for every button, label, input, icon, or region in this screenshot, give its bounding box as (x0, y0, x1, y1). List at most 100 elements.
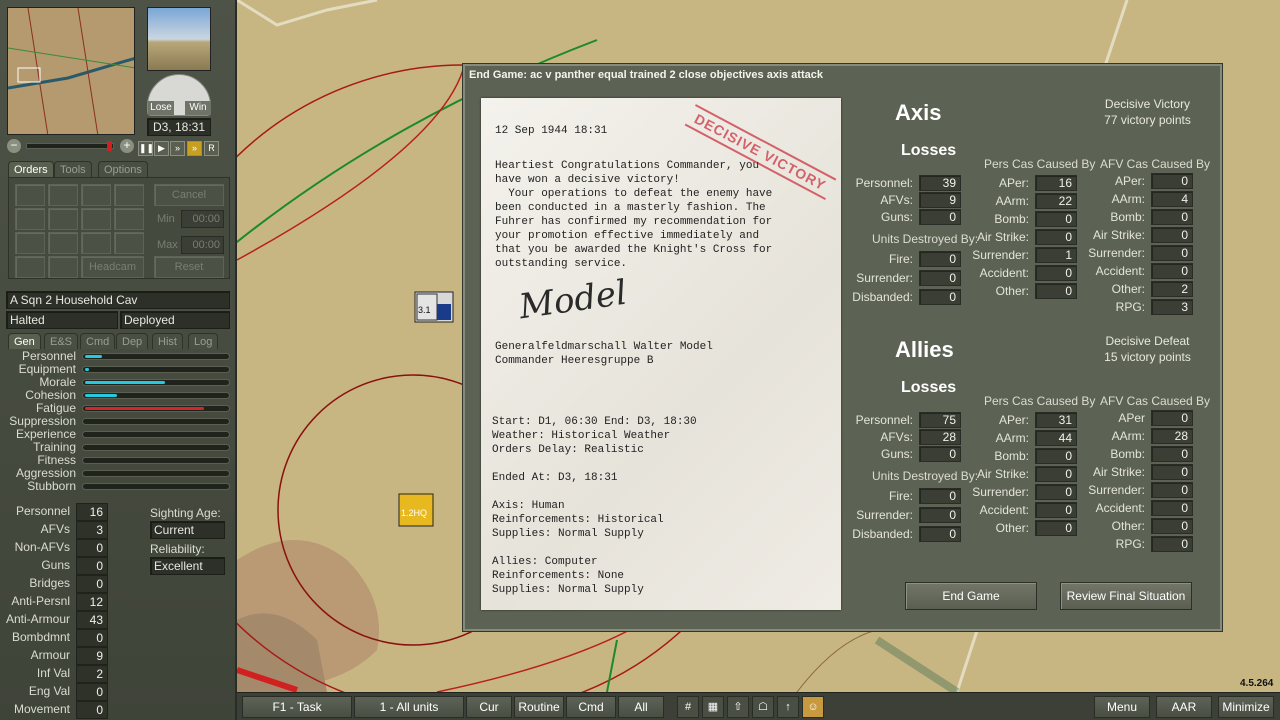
order-button[interactable] (114, 232, 144, 254)
end-game-button[interactable]: End Game (905, 582, 1037, 610)
pers-cas-label: APer: (998, 413, 1029, 427)
pers-cas-value: 0 (1035, 211, 1077, 227)
cancel-button[interactable]: Cancel (154, 184, 224, 206)
unit-counter-1.2hq[interactable]: 1.2HQ (398, 493, 434, 527)
max-time[interactable]: 00:00 (181, 236, 224, 254)
stat-label: AFVs (40, 522, 70, 536)
destroyed-value: 0 (919, 488, 961, 504)
tab-log[interactable]: Log (188, 333, 219, 349)
zoom-out-icon[interactable]: − (7, 139, 21, 153)
fast-forward-icon[interactable]: » (170, 141, 185, 156)
afv-cas-value: 0 (1151, 263, 1193, 279)
units-button[interactable]: 1 - All units (354, 696, 464, 718)
tab-hist[interactable]: Hist (152, 333, 183, 349)
order-button[interactable] (48, 208, 78, 230)
tab-orders[interactable]: Orders (8, 161, 54, 177)
cmd-button[interactable]: Cmd (566, 696, 616, 718)
destroyed-label: Surrender: (856, 508, 913, 522)
reset-button[interactable]: Reset (154, 256, 224, 278)
tab-dep[interactable]: Dep (116, 333, 149, 349)
attribute-bar (82, 457, 230, 464)
end-game-dialog: End Game: ac v panther equal trained 2 c… (463, 64, 1222, 631)
afv-cas-value: 0 (1151, 482, 1193, 498)
replay-button[interactable]: R (204, 141, 219, 156)
attribute-bar (82, 418, 230, 425)
pers-cas-label: Surrender: (972, 485, 1029, 499)
losses-heading: Losses (901, 142, 957, 159)
play-icon[interactable]: ▶ (154, 141, 169, 156)
letter-line: Your operations to defeat the enemy have (495, 188, 773, 200)
pers-cas-heading: Pers Cas Caused By (984, 394, 1096, 408)
stat-value: 0 (76, 701, 108, 719)
loss-value: 0 (919, 209, 961, 225)
pers-cas-value: 0 (1035, 484, 1077, 500)
order-button[interactable] (15, 208, 45, 230)
stat-value: 12 (76, 593, 108, 611)
zoom-in-icon[interactable]: + (120, 139, 134, 153)
pers-cas-label: AArm: (995, 431, 1029, 445)
game-info: Start: D1, 06:30 End: D3, 18:30 Weather: … (492, 415, 837, 605)
units-display-icon[interactable]: ▦ (702, 696, 724, 718)
tab-es[interactable]: E&S (44, 333, 79, 349)
headcam-button[interactable]: Headcam (81, 256, 144, 278)
afv-cas-value: 0 (1151, 410, 1193, 426)
afv-cas-value: 0 (1151, 173, 1193, 189)
order-button[interactable] (48, 256, 78, 278)
unit-counter-3.1[interactable]: 3.1 (414, 291, 454, 323)
menu-button[interactable]: Menu (1094, 696, 1150, 718)
tab-tools[interactable]: Tools (54, 161, 92, 177)
tab-gen[interactable]: Gen (8, 333, 41, 349)
soldier-icon[interactable]: ☺ (802, 696, 824, 718)
tab-cmd[interactable]: Cmd (80, 333, 116, 349)
aar-button[interactable]: AAR (1156, 696, 1212, 718)
afv-cas-label: Accident: (1095, 264, 1145, 278)
panel-tabs: Orders Tools Options (8, 161, 230, 177)
destroyed-label: Disbanded: (852, 527, 913, 541)
reliability-value: Excellent (150, 557, 225, 575)
loss-value: 39 (919, 175, 961, 191)
move-path-icon[interactable]: ⇧ (727, 696, 749, 718)
side-result: Decisive Defeat (1105, 334, 1190, 348)
bottom-toolbar: F1 - Task 1 - All units Cur Routine Cmd … (237, 692, 1280, 720)
grid-icon[interactable]: # (677, 696, 699, 718)
signature: Model (516, 272, 630, 328)
pers-cas-value: 44 (1035, 430, 1077, 446)
hq-link-icon[interactable]: ☖ (752, 696, 774, 718)
order-button[interactable] (15, 184, 45, 206)
left-panel: Lose Win D3, 18:31 − + ❚❚ ▶ » » R Orders… (0, 0, 237, 720)
dialog-title: End Game: ac v panther equal trained 2 c… (469, 69, 823, 81)
all-button[interactable]: All (618, 696, 664, 718)
minimap[interactable] (7, 7, 135, 135)
loss-value: 0 (919, 446, 961, 462)
afv-cas-label: Air Strike: (1092, 228, 1145, 242)
minimize-button[interactable]: Minimize (1218, 696, 1274, 718)
order-button[interactable] (48, 184, 78, 206)
stat-label: Bombdmnt (11, 630, 70, 644)
order-button[interactable] (15, 256, 45, 278)
order-button[interactable] (15, 232, 45, 254)
cur-button[interactable]: Cur (466, 696, 512, 718)
order-button[interactable] (81, 232, 111, 254)
order-button[interactable] (81, 184, 111, 206)
lose-label: Lose (148, 101, 174, 115)
side-panel-axis: Axis Decisive Victory 77 victory points Los… (845, 66, 1220, 316)
arrow-up-icon[interactable]: ↑ (777, 696, 799, 718)
pause-icon[interactable]: ❚❚ (138, 141, 154, 156)
afv-cas-label: AArm: (1111, 429, 1145, 443)
fastest-forward-icon[interactable]: » (187, 141, 202, 156)
routine-button[interactable]: Routine (514, 696, 564, 718)
loss-label: Personnel: (855, 176, 913, 190)
min-time[interactable]: 00:00 (181, 210, 224, 228)
zoom-slider[interactable] (26, 141, 114, 151)
pers-cas-label: APer: (998, 176, 1029, 190)
results-panels: Axis Decisive Victory 77 victory points Los… (845, 66, 1220, 586)
review-final-situation-button[interactable]: Review Final Situation (1060, 582, 1192, 610)
tab-options[interactable]: Options (98, 161, 148, 177)
order-button[interactable] (114, 184, 144, 206)
units-destroyed-heading: Units Destroyed By: (872, 232, 979, 246)
order-button[interactable] (114, 208, 144, 230)
order-button[interactable] (48, 232, 78, 254)
destroyed-label: Surrender: (856, 271, 913, 285)
task-button[interactable]: F1 - Task (242, 696, 352, 718)
order-button[interactable] (81, 208, 111, 230)
